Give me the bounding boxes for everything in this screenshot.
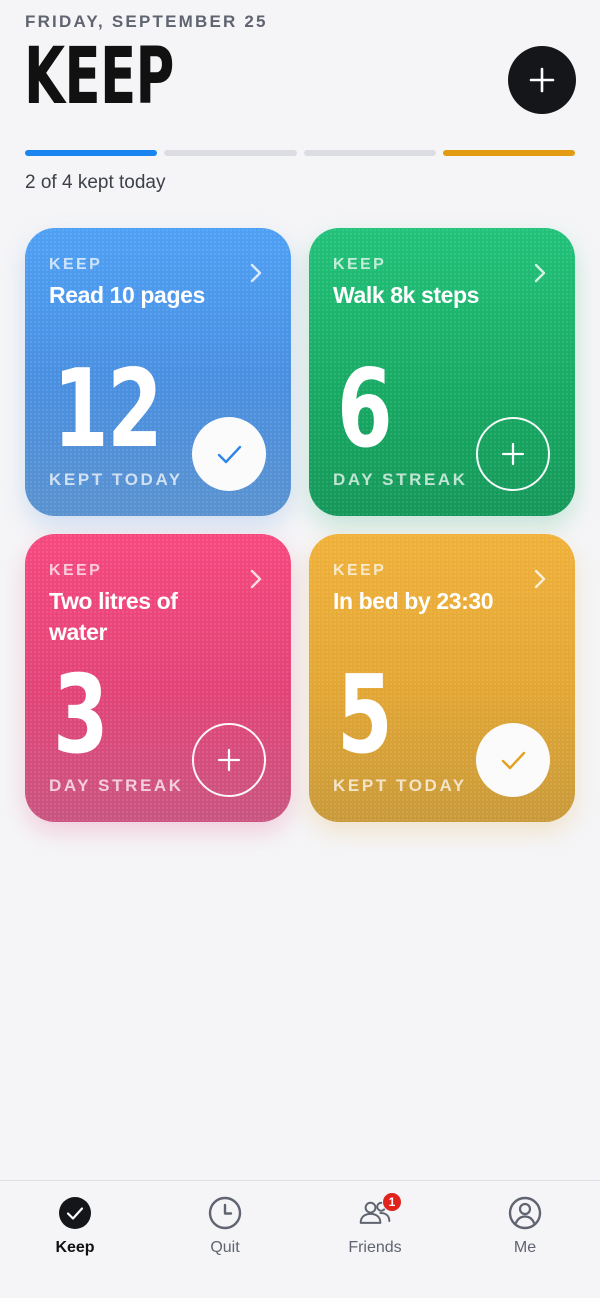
tab-me[interactable]: Me	[450, 1181, 600, 1298]
date-label: FRIDAY, SEPTEMBER 25	[25, 12, 268, 31]
plus-icon	[529, 67, 555, 93]
tab-quit[interactable]: Quit	[150, 1181, 300, 1298]
card-habit-name: In bed by 23:30	[333, 588, 494, 614]
notification-badge: 1	[382, 1192, 402, 1212]
card-number: 5	[337, 653, 393, 778]
check-icon	[217, 445, 242, 464]
habit-card-water[interactable]: KEEP Two litres of water 3 DAY STREAK	[25, 534, 291, 822]
plus-icon	[217, 748, 241, 772]
bottom-tab-bar: Keep Quit 1 Friends Me	[0, 1180, 600, 1298]
chevron-right-icon[interactable]	[533, 569, 547, 589]
progress-segment	[442, 150, 575, 156]
chevron-right-icon[interactable]	[533, 263, 547, 283]
card-keep-label: KEEP	[49, 562, 103, 579]
card-sub-label: KEPT TODAY	[49, 470, 183, 489]
habit-card-bedtime[interactable]: KEEP In bed by 23:30 5 KEPT TODAY	[309, 534, 575, 822]
progress-segment	[164, 150, 297, 156]
progress-segment	[25, 150, 158, 156]
mark-kept-button[interactable]	[192, 723, 266, 797]
mark-kept-button[interactable]	[192, 417, 266, 491]
tab-label: Keep	[55, 1239, 95, 1256]
check-circle-icon	[59, 1197, 91, 1229]
tab-label: Friends	[348, 1239, 402, 1256]
card-sub-label: DAY STREAK	[49, 776, 184, 795]
card-keep-label: KEEP	[49, 256, 103, 273]
chevron-right-icon[interactable]	[249, 263, 263, 283]
progress-segment	[303, 150, 436, 156]
card-habit-name: Two litres of water	[49, 588, 178, 645]
check-icon	[501, 751, 526, 770]
habit-card-walk[interactable]: KEEP Walk 8k steps 6 DAY STREAK	[309, 228, 575, 516]
daily-progress-bar	[25, 150, 575, 157]
tab-keep[interactable]: Keep	[0, 1181, 150, 1298]
add-habit-button[interactable]	[508, 46, 576, 114]
plus-icon	[501, 442, 525, 466]
card-keep-label: KEEP	[333, 256, 387, 273]
chevron-right-icon[interactable]	[249, 569, 263, 589]
tab-label: Quit	[210, 1239, 240, 1256]
card-sub-label: DAY STREAK	[333, 470, 468, 489]
user-circle-icon	[508, 1196, 542, 1230]
clock-icon	[208, 1196, 242, 1230]
tab-label: Me	[513, 1239, 537, 1256]
card-number: 3	[53, 653, 109, 778]
card-habit-name: Walk 8k steps	[333, 282, 480, 308]
card-sub-label: KEPT TODAY	[333, 776, 467, 795]
card-number: 6	[337, 347, 393, 472]
page-title: KEEP	[24, 32, 174, 122]
tab-friends[interactable]: 1 Friends	[300, 1181, 450, 1298]
mark-kept-button[interactable]	[476, 723, 550, 797]
kept-summary: 2 of 4 kept today	[25, 172, 166, 193]
mark-kept-button[interactable]	[476, 417, 550, 491]
card-keep-label: KEEP	[333, 562, 387, 579]
card-habit-name: Read 10 pages	[49, 282, 205, 308]
card-number: 12	[53, 347, 163, 472]
habit-card-read[interactable]: KEEP Read 10 pages 12 KEPT TODAY	[25, 228, 291, 516]
